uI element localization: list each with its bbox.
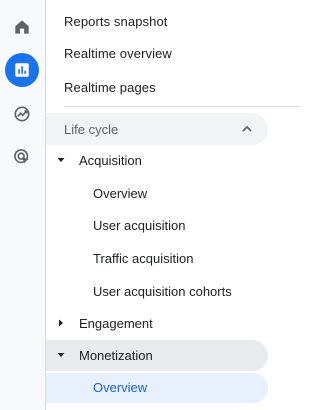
selected-item-highlight (46, 373, 268, 403)
explore-icon (14, 106, 30, 122)
nav-item-traffic-acquisition[interactable]: Traffic acquisition (93, 251, 193, 266)
home-button[interactable] (5, 10, 39, 44)
nav-item-user-acquisition-cohorts[interactable]: User acquisition cohorts (93, 284, 232, 299)
explore-button[interactable] (5, 97, 39, 131)
chevron-up-icon (242, 125, 252, 132)
reports-button[interactable] (5, 53, 39, 87)
nav-item-monetization-overview[interactable]: Overview (93, 380, 147, 395)
home-icon (15, 20, 29, 34)
reports-nav-panel: Reports snapshot Realtime overview Realt… (46, 0, 305, 410)
group-monetization[interactable]: Monetization (79, 348, 153, 363)
nav-divider (64, 106, 300, 107)
nav-item-realtime-overview[interactable]: Realtime overview (64, 38, 172, 68)
section-collapse-toggle[interactable] (238, 120, 256, 138)
group-acquisition[interactable]: Acquisition (79, 153, 142, 168)
nav-item-label: Overview (93, 380, 148, 395)
advertising-button[interactable] (5, 140, 39, 174)
nav-item-label: Overview (93, 186, 148, 201)
group-label: Acquisition (79, 153, 142, 168)
nav-item-label: Realtime overview (64, 45, 172, 61)
caret-right-icon (59, 319, 63, 327)
nav-item-acquisition-overview[interactable]: Overview (93, 186, 147, 201)
advertising-icon (14, 149, 29, 164)
nav-item-reports-snapshot[interactable]: Reports snapshot (64, 6, 168, 36)
section-label: Life cycle (64, 121, 119, 137)
group-label: Engagement (79, 316, 153, 331)
nav-item-user-acquisition[interactable]: User acquisition (93, 218, 186, 233)
caret-down-icon (57, 158, 65, 162)
group-label: Monetization (79, 348, 153, 363)
section-header-life-cycle[interactable]: Life cycle (46, 113, 268, 145)
reports-icon (15, 63, 29, 77)
nav-item-realtime-pages[interactable]: Realtime pages (64, 72, 156, 102)
group-toggle-acquisition[interactable] (56, 155, 66, 165)
nav-item-label: User acquisition cohorts (93, 284, 232, 299)
nav-item-label: Traffic acquisition (93, 251, 194, 266)
group-toggle-engagement[interactable] (56, 318, 66, 328)
nav-item-label: User acquisition (93, 218, 186, 233)
group-engagement[interactable]: Engagement (79, 316, 153, 331)
nav-item-label: Realtime pages (64, 79, 156, 95)
caret-down-icon (57, 353, 65, 357)
left-nav-rail (0, 0, 46, 410)
nav-item-label: Reports snapshot (64, 13, 168, 29)
group-toggle-monetization[interactable] (56, 350, 66, 360)
